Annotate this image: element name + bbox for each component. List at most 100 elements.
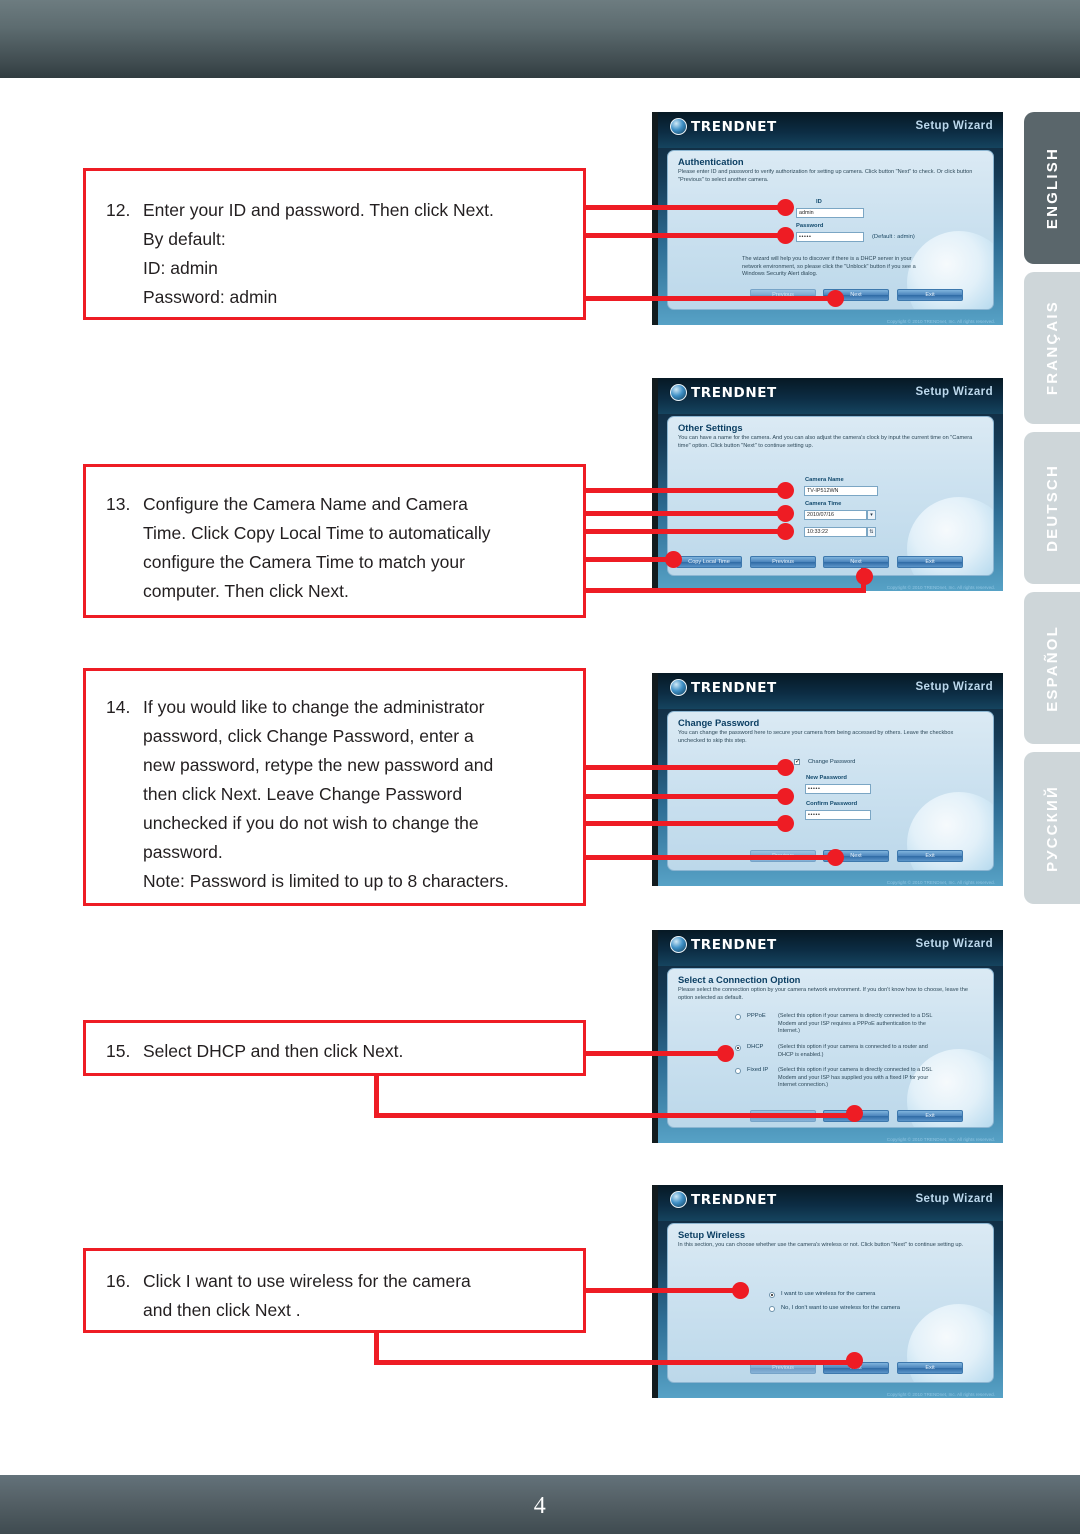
brand-label: TRENDNET <box>691 384 777 401</box>
copyright-text: Copyright © 2010 TRENDnet, Inc. All righ… <box>886 319 995 324</box>
panel-title: Select a Connection Option <box>678 974 801 986</box>
callout-dot <box>846 1105 863 1122</box>
camera-name-label: Camera Name <box>805 477 844 484</box>
radio-dhcp-label: DHCP <box>747 1044 764 1051</box>
callout-line <box>374 1076 379 1118</box>
previous-button[interactable]: Previous <box>750 556 816 569</box>
language-tab-english[interactable]: ENGLISH <box>1024 112 1080 264</box>
globe-icon <box>670 679 687 696</box>
exit-button[interactable]: Exit <box>897 1362 963 1375</box>
copy-local-time-button[interactable]: Copy Local Time <box>676 556 742 569</box>
callout-line <box>586 233 786 238</box>
exit-button[interactable]: Exit <box>897 289 963 302</box>
language-tab-strip: ENGLISH FRANÇAIS DEUTSCH ESPAÑOL РУССКИЙ <box>1024 112 1080 912</box>
password-input[interactable]: ••••• <box>796 232 864 243</box>
step-line: Time. Click Copy Local Time to automatic… <box>143 523 491 543</box>
next-button[interactable]: Next <box>823 556 889 569</box>
callout-dot <box>777 227 794 244</box>
callout-dot <box>827 290 844 307</box>
step-line: and then click Next . <box>143 1300 301 1320</box>
exit-button[interactable]: Exit <box>897 556 963 569</box>
callout-dot <box>827 849 844 866</box>
step-line: configure the Camera Time to match your <box>143 552 465 572</box>
exit-button[interactable]: Exit <box>897 850 963 863</box>
panel-description: Please enter ID and password to verify a… <box>678 169 973 183</box>
callout-dot <box>777 815 794 832</box>
panel-title: Setup Wireless <box>678 1229 746 1241</box>
globe-icon <box>670 384 687 401</box>
default-hint: (Default : admin) <box>872 234 915 241</box>
radio-use-wireless[interactable] <box>769 1292 775 1299</box>
language-tab-label: DEUTSCH <box>1043 464 1061 552</box>
panel-description: Please select the connection option by y… <box>678 987 968 1001</box>
new-password-input[interactable]: ••••• <box>805 784 871 795</box>
callout-line <box>586 488 786 493</box>
callout-dot <box>732 1282 749 1299</box>
panel-description: You can change the password here to secu… <box>678 730 954 744</box>
panel-description: You can have a name for the camera. And … <box>678 435 973 449</box>
language-tab-label: ENGLISH <box>1043 146 1061 230</box>
wizard-titlebar: TRENDNET Setup Wizard <box>658 1185 1003 1222</box>
confirm-password-input[interactable]: ••••• <box>805 810 871 821</box>
change-password-checkbox-label: Change Password <box>808 759 856 766</box>
step-line: By default: <box>143 229 226 249</box>
camera-name-input[interactable]: TV-IP512WN <box>804 486 878 497</box>
wizard-screenshot-connection-option: TRENDNET Setup Wizard Select a Connectio… <box>652 930 1003 1143</box>
id-input[interactable]: admin <box>796 208 864 219</box>
language-tab-russian[interactable]: РУССКИЙ <box>1024 752 1080 904</box>
trendnet-logo: TRENDNET <box>670 384 777 401</box>
callout-line <box>374 1113 854 1118</box>
callout-dot <box>777 759 794 776</box>
callout-dot <box>777 523 794 540</box>
callout-line <box>586 1051 726 1056</box>
globe-icon <box>670 936 687 953</box>
exit-button[interactable]: Exit <box>897 1110 963 1123</box>
time-stepper[interactable]: ⇅ <box>867 527 876 538</box>
callout-line <box>586 1288 741 1293</box>
globe-icon <box>670 1191 687 1208</box>
wizard-screenshot-other-settings: TRENDNET Setup Wizard Other Settings You… <box>652 378 1003 591</box>
camera-date-input[interactable]: 2010/07/16 <box>804 510 867 521</box>
confirm-password-label: Confirm Password <box>806 801 858 808</box>
step-number: 12. <box>106 200 131 220</box>
callout-line <box>586 765 786 770</box>
radio-fixed-ip[interactable] <box>735 1068 741 1075</box>
wizard-panel: Select a Connection Option Please select… <box>667 968 994 1129</box>
step-line: computer. Then click Next. <box>143 581 349 601</box>
callout-line <box>586 529 786 534</box>
step-line: Configure the Camera Name and Camera <box>143 494 468 514</box>
radio-no-wireless[interactable] <box>769 1306 775 1313</box>
callout-dot <box>777 505 794 522</box>
radio-dhcp[interactable] <box>735 1045 741 1052</box>
copyright-text: Copyright © 2010 TRENDnet, Inc. All righ… <box>886 1137 995 1142</box>
step-line: Select DHCP and then click Next. <box>143 1041 404 1061</box>
callout-dot <box>777 788 794 805</box>
wizard-title: Setup Wizard <box>915 120 993 132</box>
new-password-label: New Password <box>806 775 847 782</box>
language-tab-francais[interactable]: FRANÇAIS <box>1024 272 1080 424</box>
callout-dot <box>665 551 682 568</box>
instruction-box-16: 16. Click I want to use wireless for the… <box>83 1248 586 1333</box>
step-line: Enter your ID and password. Then click N… <box>143 200 494 220</box>
step-number: 13. <box>106 494 131 514</box>
callout-dot <box>777 482 794 499</box>
language-tab-espanol[interactable]: ESPAÑOL <box>1024 592 1080 744</box>
copyright-text: Copyright © 2010 TRENDnet, Inc. All righ… <box>886 1392 995 1397</box>
wizard-title: Setup Wizard <box>915 386 993 398</box>
language-tab-label: FRANÇAIS <box>1043 300 1061 396</box>
wizard-window: TRENDNET Setup Wizard Select a Connectio… <box>658 930 1003 1143</box>
step-line: then click Next. Leave Change Password <box>143 784 463 804</box>
language-tab-label: РУССКИЙ <box>1043 784 1061 872</box>
language-tab-deutsch[interactable]: DEUTSCH <box>1024 432 1080 584</box>
callout-line <box>586 557 676 562</box>
callout-line <box>586 205 786 210</box>
radio-pppoe[interactable] <box>735 1014 741 1021</box>
wizard-titlebar: TRENDNET Setup Wizard <box>658 673 1003 710</box>
camera-clock-input[interactable]: 10:33:22 <box>804 527 867 538</box>
date-picker-icon[interactable]: ▾ <box>867 510 876 521</box>
step-number: 16. <box>106 1271 131 1291</box>
change-password-checkbox[interactable] <box>794 758 800 766</box>
step-line: If you would like to change the administ… <box>143 697 485 717</box>
wizard-titlebar: TRENDNET Setup Wizard <box>658 930 1003 967</box>
instruction-box-12: 12. Enter your ID and password. Then cli… <box>83 168 586 320</box>
